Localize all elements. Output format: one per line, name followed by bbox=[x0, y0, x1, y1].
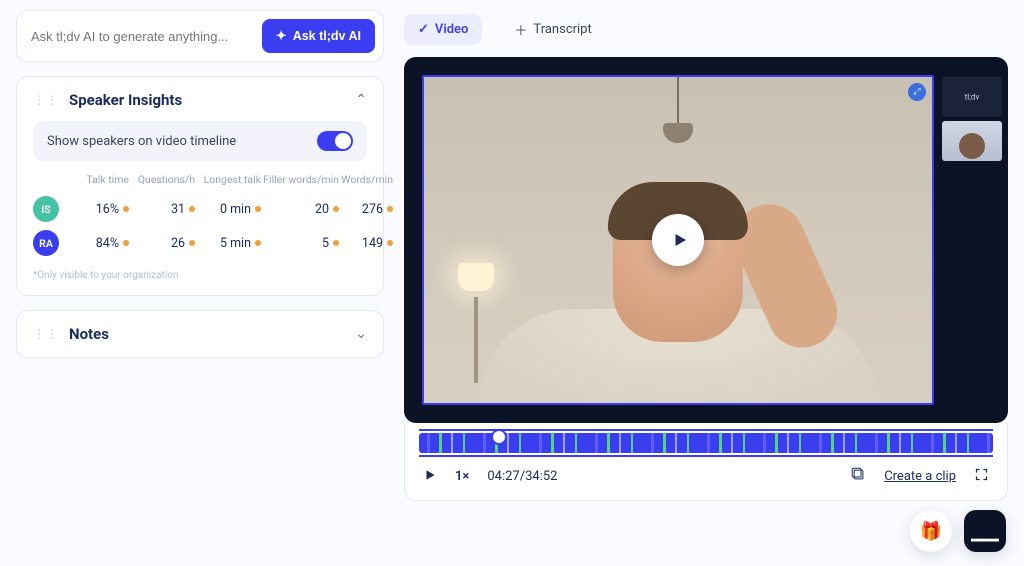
gift-icon: 🎁 bbox=[920, 521, 942, 542]
tab-video-label: Video bbox=[435, 22, 469, 37]
sparkle-icon: ✦ bbox=[276, 28, 287, 44]
clip-icon bbox=[851, 467, 866, 486]
video-player-shell: ⤢ tl;dv bbox=[404, 57, 1008, 423]
avatar: IS bbox=[33, 196, 59, 222]
gift-fab[interactable]: 🎁 bbox=[910, 510, 952, 552]
drag-handle-icon[interactable]: ⋮⋮ bbox=[33, 93, 59, 107]
check-icon: ✓ bbox=[418, 22, 429, 37]
chat-icon: ▁▁ bbox=[971, 521, 999, 542]
chevron-up-icon: ⌃ bbox=[355, 92, 367, 108]
dot-icon bbox=[387, 240, 393, 246]
speaker-stats-header: Talk time Questions/h Longest talk Fille… bbox=[33, 173, 367, 186]
chat-fab[interactable]: ▁▁ bbox=[964, 510, 1006, 552]
notes-title: Notes bbox=[69, 325, 345, 343]
ask-ai-bar: ✦ Ask tl;dv AI bbox=[16, 10, 384, 62]
speaker-insights-header[interactable]: ⋮⋮ Speaker Insights ⌃ bbox=[33, 91, 367, 109]
create-clip-link[interactable]: Create a clip bbox=[884, 469, 956, 484]
drag-handle-icon[interactable]: ⋮⋮ bbox=[33, 327, 59, 341]
notes-card: ⋮⋮ Notes ⌄ bbox=[16, 310, 384, 358]
timeline-area: 1× 04:27/34:52 Create a clip bbox=[404, 423, 1008, 501]
speaker-insights-card: ⋮⋮ Speaker Insights ⌃ Show speakers on v… bbox=[16, 76, 384, 296]
insights-footnote: *Only visible to your organization bbox=[33, 270, 367, 281]
content-tabs: ✓ Video ＋ Transcript bbox=[404, 10, 1008, 49]
show-speakers-label: Show speakers on video timeline bbox=[47, 134, 236, 149]
expand-icon[interactable]: ⤢ bbox=[908, 83, 926, 101]
video-main-frame[interactable]: ⤢ bbox=[422, 75, 934, 405]
plus-icon: ＋ bbox=[514, 20, 527, 39]
ceiling-light-graphic bbox=[677, 77, 679, 125]
speaker-insights-title: Speaker Insights bbox=[69, 91, 345, 109]
play-overlay-button[interactable] bbox=[652, 214, 704, 266]
table-row: IS 16% 31 0 min 20 276 bbox=[33, 192, 367, 226]
show-speakers-toggle[interactable] bbox=[317, 131, 353, 151]
col-longest-talk: Longest talk bbox=[195, 173, 261, 186]
pip-column: tl;dv bbox=[942, 75, 1002, 405]
time-display: 04:27/34:52 bbox=[487, 469, 557, 484]
speaker-stats-table: Talk time Questions/h Longest talk Fille… bbox=[33, 173, 367, 281]
col-talk-time: Talk time bbox=[75, 173, 129, 186]
col-words: Words/min bbox=[339, 173, 393, 186]
tab-transcript-label: Transcript bbox=[533, 22, 591, 37]
notes-header[interactable]: ⋮⋮ Notes ⌄ bbox=[33, 325, 367, 343]
speaker-graphic bbox=[480, 168, 876, 403]
pip-tile[interactable]: tl;dv bbox=[942, 77, 1002, 117]
tab-transcript[interactable]: ＋ Transcript bbox=[500, 14, 605, 45]
table-row: RA 84% 26 5 min 5 149 bbox=[33, 226, 367, 260]
col-filler: Filler words/min bbox=[261, 173, 339, 186]
chevron-down-icon: ⌄ bbox=[355, 326, 367, 342]
player-controls: 1× 04:27/34:52 Create a clip bbox=[405, 457, 1007, 500]
play-button[interactable] bbox=[423, 468, 437, 486]
ask-ai-button[interactable]: ✦ Ask tl;dv AI bbox=[262, 19, 375, 53]
ask-ai-button-label: Ask tl;dv AI bbox=[293, 29, 361, 43]
ask-ai-input[interactable] bbox=[25, 23, 254, 50]
avatar: RA bbox=[33, 230, 59, 256]
fullscreen-icon[interactable] bbox=[974, 467, 989, 486]
col-questions: Questions/h bbox=[129, 173, 195, 186]
dot-icon bbox=[387, 206, 393, 212]
tab-video[interactable]: ✓ Video bbox=[404, 14, 482, 45]
playback-speed[interactable]: 1× bbox=[455, 469, 469, 484]
video-timeline[interactable] bbox=[419, 433, 993, 453]
show-speakers-toggle-row: Show speakers on video timeline bbox=[33, 121, 367, 161]
pip-tile[interactable] bbox=[942, 121, 1002, 161]
timeline-scrubber[interactable] bbox=[491, 429, 507, 445]
